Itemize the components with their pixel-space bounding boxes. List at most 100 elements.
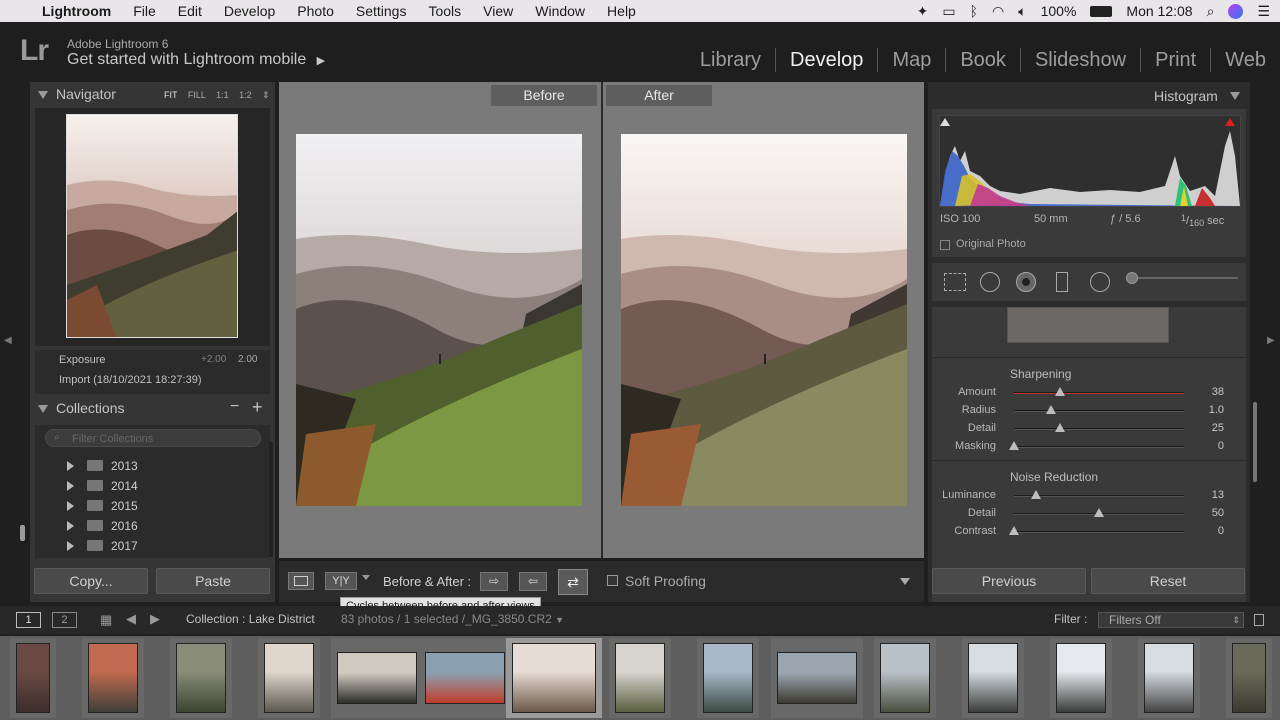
filter-lock-icon[interactable] xyxy=(1254,614,1264,626)
filmstrip-thumbnail[interactable] xyxy=(506,638,602,718)
menu-file[interactable]: File xyxy=(122,3,167,19)
red-eye-tool-icon[interactable] xyxy=(1016,272,1036,292)
menu-develop[interactable]: Develop xyxy=(213,3,286,19)
menu-view[interactable]: View xyxy=(472,3,524,19)
photo-count[interactable]: 83 photos / 1 selected /_MG_3850.CR2 ▼ xyxy=(341,612,564,626)
notification-center-icon[interactable]: ☰ xyxy=(1257,3,1270,20)
clock[interactable]: Mon 12:08 xyxy=(1126,3,1192,19)
adjustment-brush-slider[interactable] xyxy=(1128,277,1238,279)
module-slideshow[interactable]: Slideshow xyxy=(1019,48,1140,72)
module-web[interactable]: Web xyxy=(1210,48,1280,72)
original-photo-label[interactable]: Original Photo xyxy=(956,238,1026,250)
copy-before-to-after-button[interactable]: ⇨ xyxy=(480,572,508,591)
noise-slider-thumb[interactable] xyxy=(1031,490,1042,499)
filmstrip-thumbnail[interactable] xyxy=(771,638,863,718)
menu-edit[interactable]: Edit xyxy=(167,3,213,19)
secondary-window-button[interactable]: 2 xyxy=(52,612,77,628)
radial-filter-icon[interactable] xyxy=(1090,272,1110,292)
history-import[interactable]: Import (18/10/2021 18:27:39) xyxy=(59,374,201,386)
expand-arrow-icon[interactable] xyxy=(67,461,74,471)
zoom-1-1[interactable]: 1:1 xyxy=(216,90,229,100)
collection-source[interactable]: Collection : Lake District xyxy=(186,612,315,626)
after-image[interactable] xyxy=(621,134,907,506)
main-window-button[interactable]: 1 xyxy=(16,612,41,628)
sharpening-slider-value[interactable]: 1.0 xyxy=(1194,404,1224,416)
airplay-icon[interactable]: ▭ xyxy=(942,3,955,20)
reset-button[interactable]: Reset xyxy=(1091,568,1245,594)
histogram-title[interactable]: Histogram xyxy=(1154,88,1218,104)
module-develop[interactable]: Develop xyxy=(775,48,877,72)
soft-proofing-checkbox[interactable] xyxy=(607,575,618,586)
history-exposure[interactable]: Exposure xyxy=(59,354,105,366)
shadow-clipping-icon[interactable] xyxy=(940,118,950,126)
spot-removal-tool-icon[interactable] xyxy=(980,272,1000,292)
menu-tools[interactable]: Tools xyxy=(417,3,472,19)
menu-help[interactable]: Help xyxy=(596,3,647,19)
filmstrip-thumbnail[interactable] xyxy=(697,638,759,718)
module-book[interactable]: Book xyxy=(945,48,1020,72)
sharpening-slider-thumb[interactable] xyxy=(1046,405,1057,414)
right-panel-toggle-icon[interactable]: ▶ xyxy=(1267,335,1275,346)
filmstrip-thumbnail[interactable] xyxy=(331,638,423,718)
battery-percent[interactable]: 100% xyxy=(1041,3,1077,19)
sharpening-slider-value[interactable]: 25 xyxy=(1194,422,1224,434)
swap-before-after-button[interactable]: ⇄ xyxy=(558,569,588,595)
noise-slider-value[interactable]: 13 xyxy=(1194,489,1224,501)
sharpening-slider-track[interactable] xyxy=(1014,428,1184,430)
filmstrip-thumbnail[interactable] xyxy=(10,638,56,718)
sharpening-slider-track[interactable] xyxy=(1014,446,1184,448)
filmstrip-thumbnail[interactable] xyxy=(609,638,671,718)
right-panel-scrollbar[interactable] xyxy=(1253,402,1257,482)
sharpening-slider-track[interactable] xyxy=(1014,410,1184,412)
sharpening-slider-track[interactable] xyxy=(1014,392,1184,394)
view-options-dropdown-icon[interactable] xyxy=(362,575,370,580)
bluetooth-icon[interactable]: ᛒ xyxy=(970,3,978,19)
previous-button[interactable]: Previous xyxy=(932,568,1086,594)
zoom-1-2[interactable]: 1:2 xyxy=(239,90,252,100)
toolbar-content-menu-icon[interactable] xyxy=(900,578,910,585)
histogram-collapse-icon[interactable] xyxy=(1230,92,1240,100)
noise-slider-value[interactable]: 0 xyxy=(1194,525,1224,537)
left-panel-toggle-icon[interactable]: ◀ xyxy=(4,335,12,346)
collections-header[interactable]: Collections − + xyxy=(30,397,275,426)
menu-app[interactable]: Lightroom xyxy=(36,3,122,19)
before-after-view-button[interactable]: Y|Y xyxy=(325,572,357,590)
forward-arrow-icon[interactable]: ▶ xyxy=(150,611,160,627)
collection-set-item[interactable]: 2014 xyxy=(35,477,265,495)
wifi-icon[interactable]: ◠ xyxy=(992,3,1004,20)
loupe-view-button[interactable] xyxy=(288,572,314,590)
collection-set-item[interactable]: 2016 xyxy=(35,517,265,535)
mobile-promo-link[interactable]: Get started with Lightroom mobile ▶ xyxy=(67,51,325,69)
filmstrip-thumbnail[interactable] xyxy=(962,638,1024,718)
sharpening-slider-value[interactable]: 38 xyxy=(1194,386,1224,398)
filmstrip-thumbnail[interactable] xyxy=(1050,638,1112,718)
paste-settings-button[interactable]: Paste xyxy=(156,568,270,594)
graduated-filter-icon[interactable] xyxy=(1056,272,1068,292)
filmstrip-thumbnail[interactable] xyxy=(258,638,320,718)
filter-collections-input[interactable]: ⌕ Filter Collections xyxy=(45,429,261,447)
spotlight-icon[interactable]: ⌕ xyxy=(1207,3,1215,20)
expand-arrow-icon[interactable] xyxy=(67,501,74,511)
copy-after-to-before-button[interactable]: ⇦ xyxy=(519,572,547,591)
copy-settings-button[interactable]: Copy... xyxy=(34,568,148,594)
filmstrip-thumbnail[interactable] xyxy=(82,638,144,718)
menu-settings[interactable]: Settings xyxy=(345,3,418,19)
module-print[interactable]: Print xyxy=(1140,48,1210,72)
collection-set-item[interactable]: 2015 xyxy=(35,497,265,515)
volume-icon[interactable]: 🔈︎ xyxy=(1018,3,1026,20)
remove-collection-button[interactable]: − xyxy=(230,398,239,416)
sharpening-slider-value[interactable]: 0 xyxy=(1194,440,1224,452)
detail-preview[interactable] xyxy=(1007,307,1169,343)
noise-slider-track[interactable] xyxy=(1014,531,1184,533)
zoom-fit[interactable]: FIT xyxy=(164,90,177,100)
sharpening-slider-thumb[interactable] xyxy=(1054,387,1065,396)
add-collection-button[interactable]: + xyxy=(252,397,263,418)
navigator-zoom-options[interactable]: FIT FILL 1:1 1:2 ⇕ xyxy=(164,90,270,101)
back-arrow-icon[interactable]: ◀ xyxy=(126,611,136,627)
expand-arrow-icon[interactable] xyxy=(67,521,74,531)
filmstrip-thumbnail[interactable] xyxy=(1138,638,1200,718)
expand-arrow-icon[interactable] xyxy=(67,481,74,491)
sharpening-slider-thumb[interactable] xyxy=(1054,423,1065,432)
original-photo-checkbox[interactable] xyxy=(940,240,950,250)
filmstrip-thumbnail[interactable] xyxy=(419,638,511,718)
